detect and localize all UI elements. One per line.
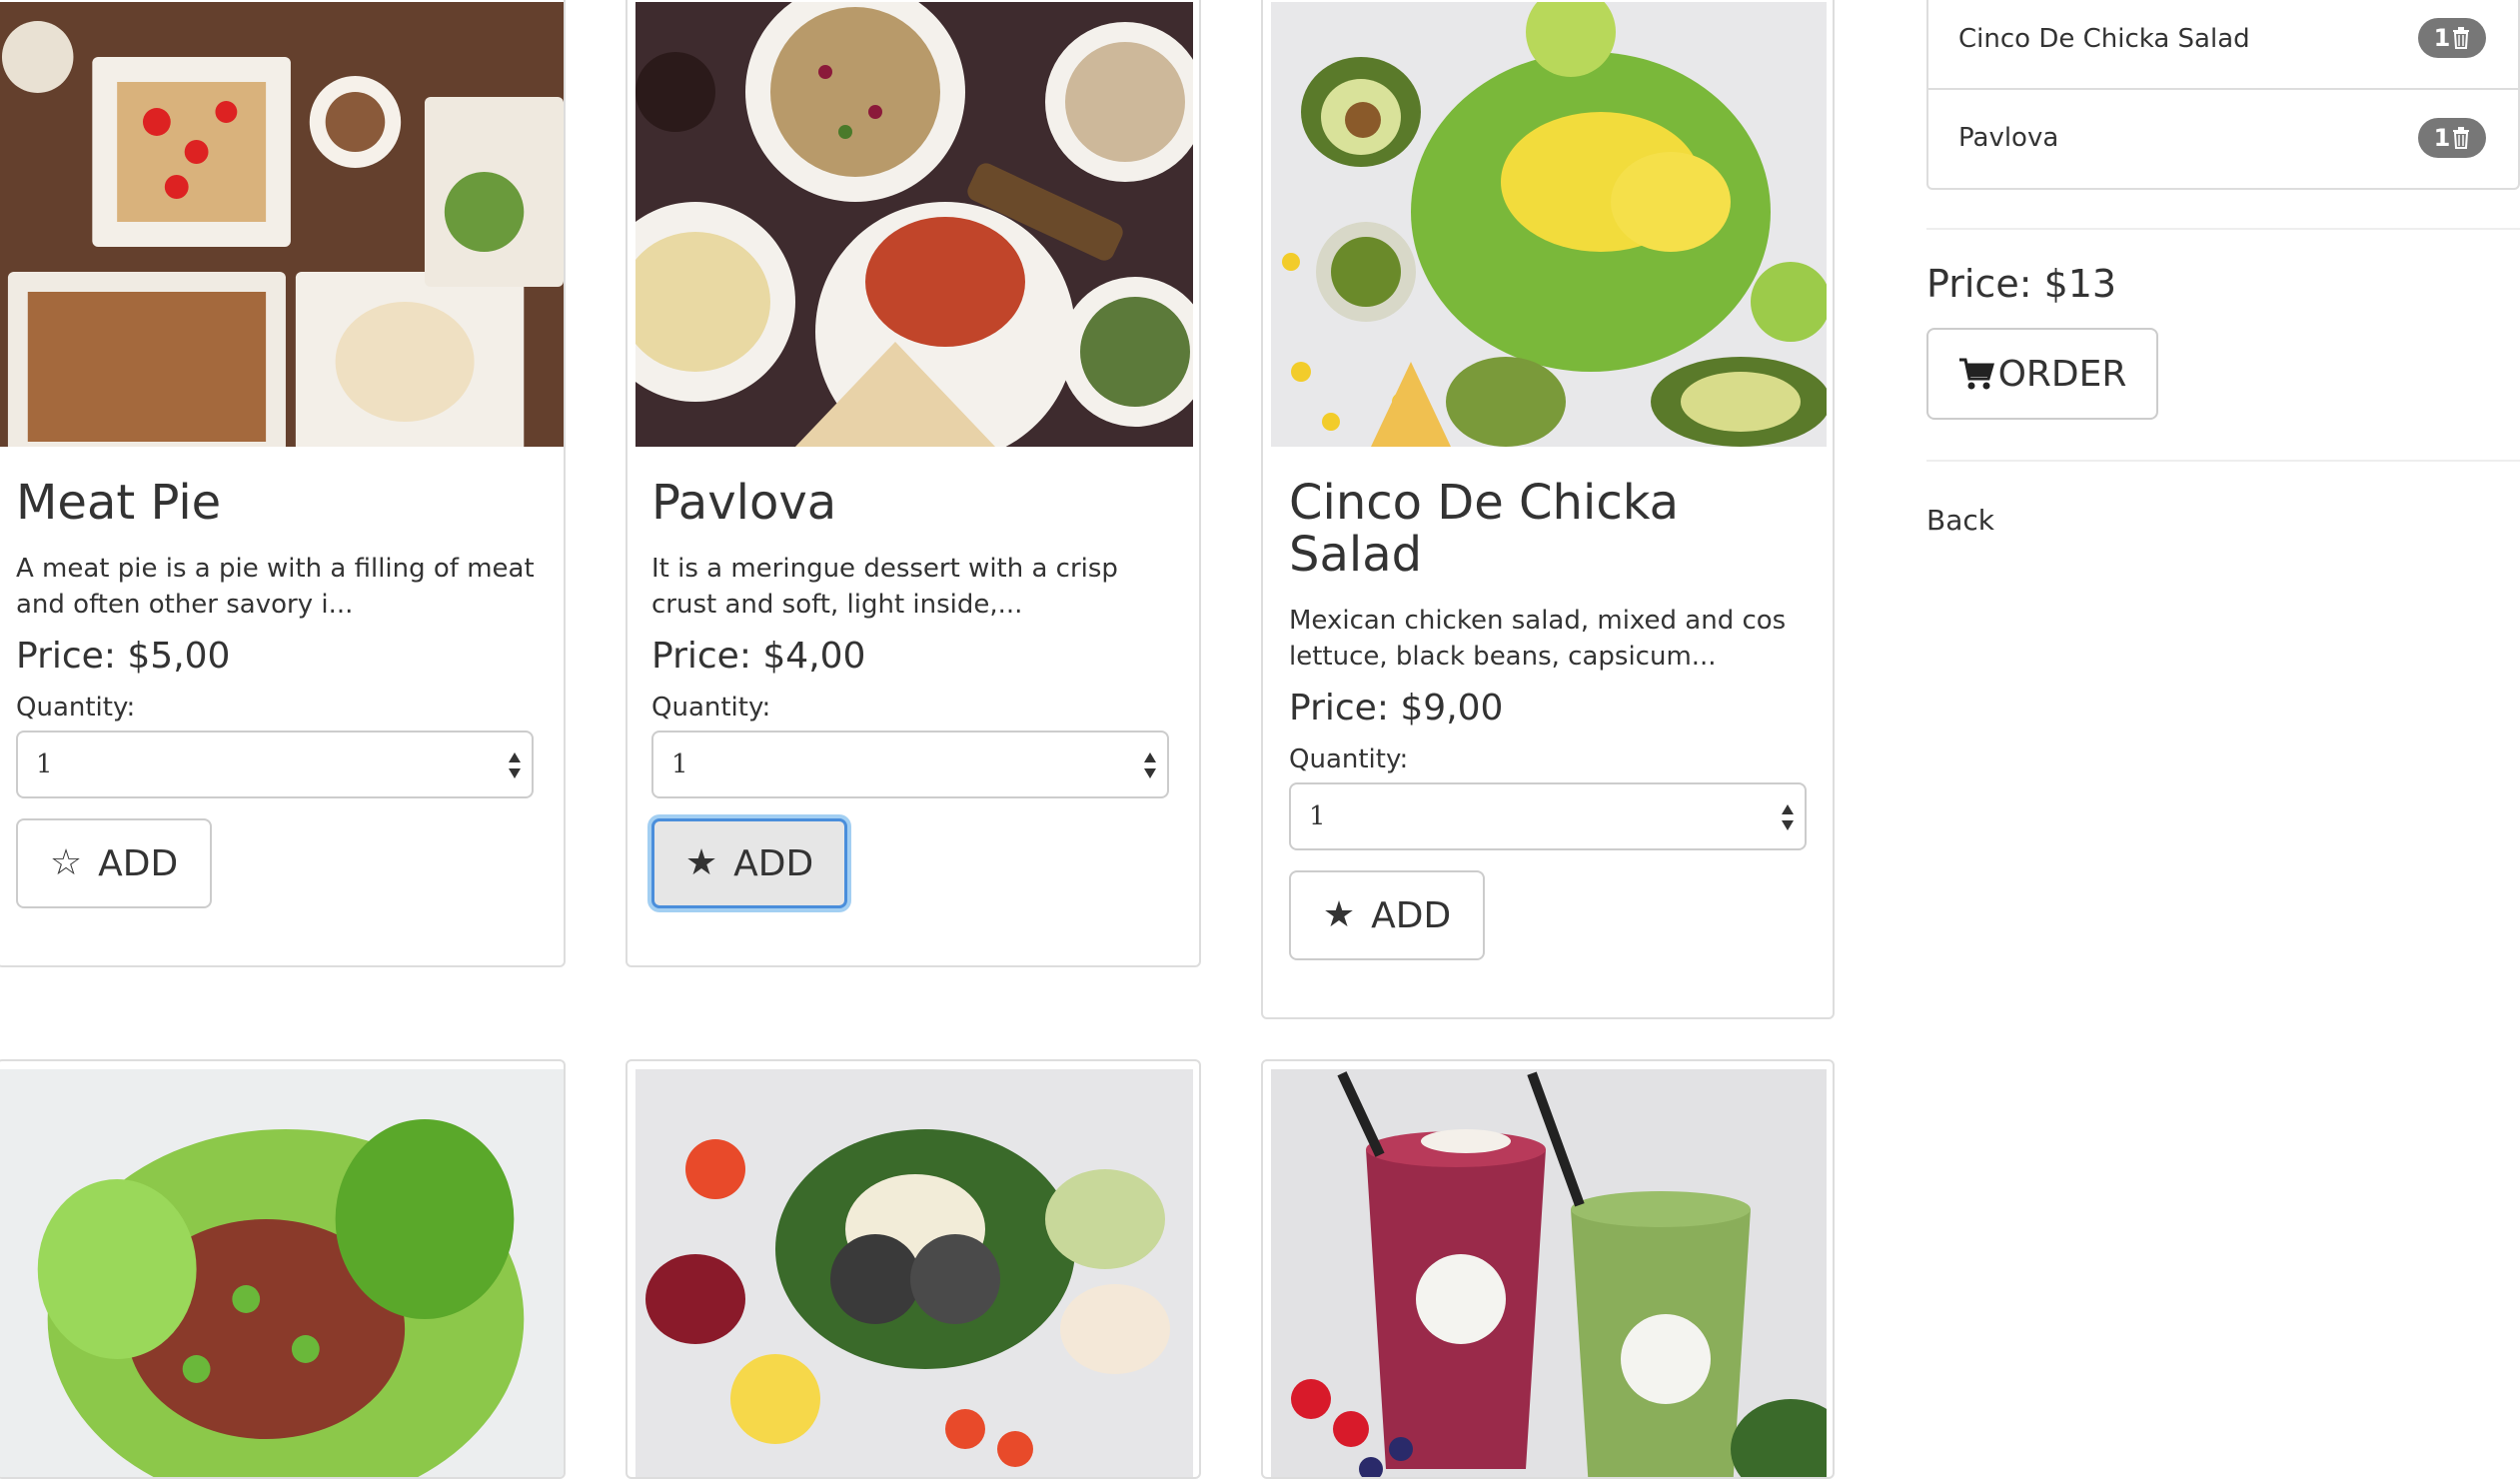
product-image [0,1069,564,1477]
cart-list: Cinco De Chicka Salad 1 Pavlova 1 [1926,0,2520,190]
star-outline-icon: ☆ [49,842,83,883]
cart-item-name: Pavlova [1958,123,2059,153]
product-card-cinco-de-chicka-salad: Cinco De Chicka Salad Mexican chicken sa… [1261,0,1835,1019]
product-price: Price: $5,00 [16,636,231,677]
quantity-value: 1 [1309,801,1326,831]
quantity-label: Quantity: [651,693,771,723]
product-image [635,1069,1193,1477]
product-card [0,1059,566,1479]
product-body: Meat Pie A meat pie is a pie with a fill… [16,477,546,908]
trash-icon[interactable] [2452,127,2470,149]
product-price: Price: $4,00 [651,636,866,677]
quantity-value: 1 [671,749,688,779]
spinner-arrows-icon[interactable] [1143,750,1157,780]
add-button[interactable]: ★ ADD [1289,870,1485,960]
spinner-arrows-icon[interactable] [508,750,522,780]
shopping-cart-icon [1958,358,1994,390]
product-body: Cinco De Chicka Salad Mexican chicken sa… [1289,477,1815,960]
product-description: It is a meringue dessert with a crisp cr… [651,554,1118,620]
product-image-meat-pie [0,2,564,447]
star-filled-icon: ★ [684,842,718,883]
cart-item: Cinco De Chicka Salad 1 [1928,0,2518,88]
product-card-pavlova: Pavlova It is a meringue dessert with a … [626,0,1201,967]
order-button-label: ORDER [1997,353,2127,395]
cart-item-badge[interactable]: 1 [2418,18,2486,58]
cart-item-badge[interactable]: 1 [2418,118,2486,158]
product-image-pavlova [635,2,1193,447]
product-card-meat-pie: Meat Pie A meat pie is a pie with a fill… [0,0,566,967]
add-button-label: ADD [98,842,179,884]
product-title: Meat Pie [16,475,222,531]
add-button[interactable]: ☆ ADD [16,818,212,908]
quantity-stepper[interactable]: 1 [651,731,1169,798]
product-image-cinco-de-chicka-salad [1271,2,1827,447]
divider [1926,228,2520,230]
star-filled-icon: ★ [1322,894,1356,935]
product-title: Pavlova [651,475,837,531]
cart-item-count: 1 [2433,24,2451,52]
spinner-arrows-icon[interactable] [1781,802,1795,832]
add-button-label: ADD [733,842,814,884]
trash-icon[interactable] [2452,27,2470,49]
product-card [626,1059,1201,1479]
quantity-value: 1 [36,749,53,779]
back-link[interactable]: Back [1926,504,1994,537]
quantity-stepper[interactable]: 1 [16,731,534,798]
quantity-label: Quantity: [1289,744,1409,774]
cart-item: Pavlova 1 [1928,88,2518,186]
product-description: Mexican chicken salad, mixed and cos let… [1289,606,1787,672]
add-button-label: ADD [1371,894,1452,936]
order-button[interactable]: ORDER [1926,328,2158,420]
cart-item-name: Cinco De Chicka Salad [1958,24,2250,54]
divider [1926,460,2520,462]
product-price: Price: $9,00 [1289,688,1504,729]
quantity-label: Quantity: [16,693,136,723]
product-title: Cinco De Chicka Salad [1289,475,1680,583]
product-card [1261,1059,1835,1479]
product-body: Pavlova It is a meringue dessert with a … [651,477,1181,908]
cart-item-count: 1 [2433,124,2451,152]
product-image [1271,1069,1827,1477]
add-button[interactable]: ★ ADD [651,818,847,908]
product-description: A meat pie is a pie with a filling of me… [16,554,535,620]
quantity-stepper[interactable]: 1 [1289,782,1807,850]
cart-total-price: Price: $13 [1926,262,2117,306]
